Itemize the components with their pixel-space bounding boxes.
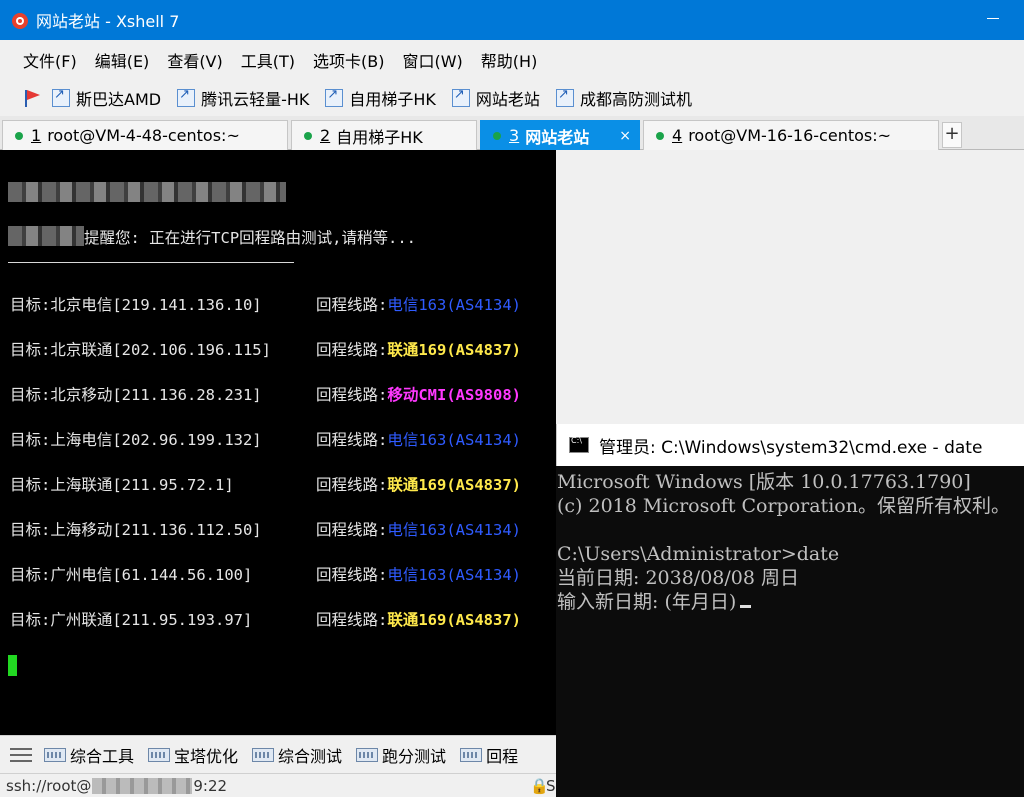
tab-session-3[interactable]: 3 网站老站 × (480, 120, 640, 150)
close-tab-icon[interactable]: × (619, 128, 631, 144)
quick-link-tencent-hk[interactable]: 腾讯云轻量-HK (177, 86, 309, 110)
bookmark-flag-icon[interactable] (22, 87, 44, 109)
menu-bar: 文件(F) 编辑(E) 查看(V) 工具(T) 选项卡(B) 窗口(W) 帮助(… (0, 40, 1024, 80)
cmd-output[interactable]: Microsoft Windows [版本 10.0.17763.1790] (c… (556, 466, 1024, 614)
status-bar: ssh://root@ 9:22 🔒 S (0, 773, 556, 797)
connected-status-icon (493, 131, 501, 140)
cmd-title: 管理员: C:\Windows\system32\cmd.exe - date (599, 437, 983, 458)
shortcut-icon (555, 87, 574, 107)
route-row: 目标:北京移动[211.136.28.231] 回程线路:移动CMI(AS9808… (10, 386, 521, 404)
test-notice: 提醒您: 正在进行TCP回程路由测试,请稍等... (84, 229, 416, 247)
keyboard-icon (460, 747, 483, 762)
menu-view[interactable]: 查看(V) (158, 48, 231, 72)
tool-return[interactable]: 回程 (460, 743, 518, 767)
separator-line (8, 262, 294, 263)
menu-file[interactable]: 文件(F) (14, 48, 86, 72)
route-row: 目标:上海电信[202.96.199.132] 回程线路:电信163(AS4134… (10, 431, 521, 449)
window-title: 网站老站 - Xshell 7 (36, 12, 180, 31)
quick-link-chengdu[interactable]: 成都高防测试机 (555, 86, 692, 110)
tab-session-2[interactable]: 2 自用梯子HK (291, 120, 477, 150)
cmd-title-bar[interactable]: 管理员: C:\Windows\system32\cmd.exe - date (556, 424, 1024, 466)
session-tab-bar: 1 root@VM-4-48-centos:~ 2 自用梯子HK 3 网站老站 … (0, 116, 1024, 150)
terminal-output[interactable]: 提醒您: 正在进行TCP回程路由测试,请稍等... 目标:北京电信[219.14… (0, 150, 556, 735)
tool-baota[interactable]: 宝塔优化 (148, 743, 238, 767)
redacted-name (8, 226, 84, 246)
quick-command-bar: 综合工具 宝塔优化 综合测试 跑分测试 回程 (0, 735, 556, 773)
redacted-host (92, 777, 193, 794)
menu-help[interactable]: 帮助(H) (472, 48, 547, 72)
keyboard-icon (44, 747, 66, 762)
menu-tools[interactable]: 工具(T) (232, 48, 304, 72)
tab-session-1[interactable]: 1 root@VM-4-48-centos:~ (2, 120, 288, 150)
menu-icon[interactable] (10, 747, 32, 762)
connected-status-icon (656, 131, 664, 140)
shortcut-icon (325, 87, 344, 107)
route-row: 目标:广州联通[211.95.193.97] 回程线路:联通169(AS4837) (10, 611, 521, 629)
connected-status-icon (304, 131, 312, 140)
route-row: 目标:广州电信[61.144.56.100] 回程线路:电信163(AS4134) (10, 566, 521, 584)
redacted-banner (8, 182, 286, 202)
xshell-logo-icon (12, 13, 28, 29)
cmd-window[interactable]: 管理员: C:\Windows\system32\cmd.exe - date … (556, 424, 1024, 797)
menu-edit[interactable]: 编辑(E) (86, 48, 159, 72)
menu-tab[interactable]: 选项卡(B) (304, 48, 393, 72)
new-tab-button[interactable]: + (942, 122, 962, 148)
quick-link-sparta-amd[interactable]: 斯巴达AMD (52, 86, 161, 110)
quick-connect-bar: 斯巴达AMD 腾讯云轻量-HK 自用梯子HK 网站老站 成都高防测试机 (0, 80, 1024, 116)
shortcut-icon (52, 87, 70, 107)
tab-session-4[interactable]: 4 root@VM-16-16-centos:~ (643, 120, 939, 150)
title-bar: 网站老站 - Xshell 7 (0, 0, 1024, 40)
keyboard-icon (356, 747, 379, 762)
route-row: 目标:上海联通[211.95.72.1] 回程线路:联通169(AS4837) (10, 476, 521, 494)
terminal-cursor (8, 655, 17, 676)
quick-link-website-old[interactable]: 网站老站 (451, 86, 540, 110)
minimize-button[interactable] (982, 6, 1006, 30)
cmd-cursor (740, 605, 752, 608)
keyboard-icon (148, 747, 171, 762)
route-row: 目标:上海移动[211.136.112.50] 回程线路:电信163(AS4134… (10, 521, 521, 539)
quick-link-proxy-hk[interactable]: 自用梯子HK (325, 86, 436, 110)
tool-bench[interactable]: 跑分测试 (356, 743, 446, 767)
menu-window[interactable]: 窗口(W) (393, 48, 471, 72)
tool-test[interactable]: 综合测试 (252, 743, 342, 767)
shortcut-icon (177, 87, 196, 107)
tool-general[interactable]: 综合工具 (44, 743, 134, 767)
route-row: 目标:北京联通[202.106.196.115] 回程线路:联通169(AS483… (10, 341, 521, 359)
route-row: 目标:北京电信[219.141.136.10] 回程线路:电信163(AS4134… (10, 296, 521, 314)
connection-address: ssh://root@ (6, 776, 92, 795)
cmd-icon (569, 436, 589, 453)
shortcut-icon (451, 87, 470, 107)
connection-port: 9:22 (193, 776, 228, 795)
connected-status-icon (15, 131, 23, 140)
keyboard-icon (252, 747, 275, 762)
